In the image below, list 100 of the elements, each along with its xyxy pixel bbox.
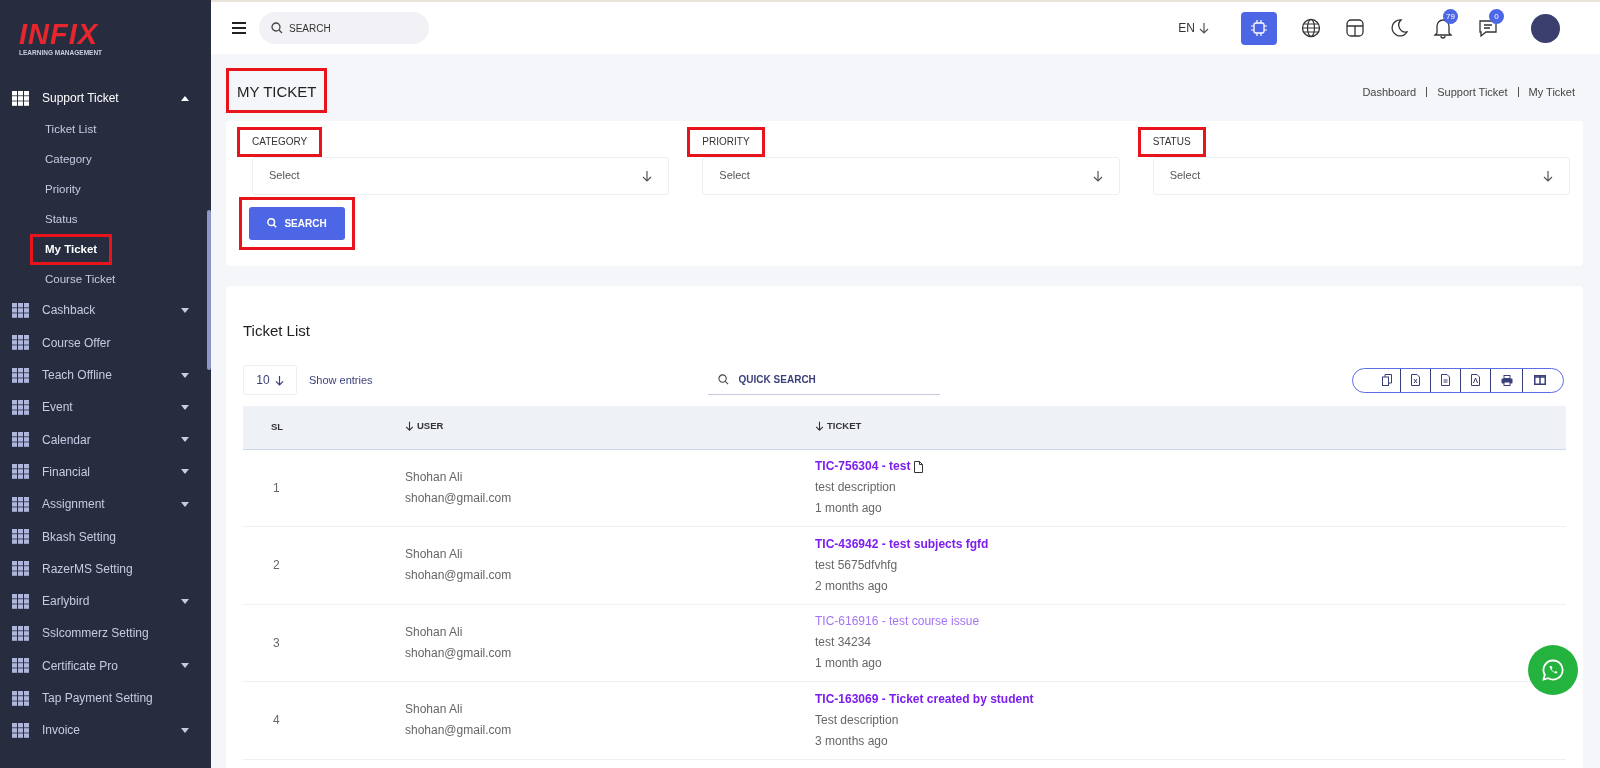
sidebar-item[interactable]: Course Offer [0,326,211,359]
sidebar-item[interactable]: Bkash Setting [0,520,211,553]
select-field[interactable]: Select [252,156,670,195]
ticket-description: Test description [815,711,899,729]
file-icon[interactable] [914,460,924,473]
select-field[interactable]: Select [1152,156,1570,195]
sidebar-item[interactable]: Earlybird [0,584,211,618]
layout-icon[interactable] [1345,18,1365,38]
sort-arrow-icon [405,421,414,432]
bell-icon[interactable] [1433,17,1453,39]
sidebar-item[interactable]: RazerMS Setting [0,552,211,585]
sidebar-subitem[interactable]: Ticket List [30,113,112,145]
sidebar-item[interactable]: Sslcommerz Setting [0,617,211,650]
grid-icon [12,690,29,706]
search-field[interactable]: SEARCH [259,12,429,44]
globe-icon[interactable] [1301,18,1321,38]
sidebar-item[interactable]: Calendar [0,423,211,456]
sidebar-item[interactable]: Event [0,391,211,424]
copy-icon [1382,374,1392,386]
filter-label: STATUS [1152,135,1191,149]
grid-icon [12,464,29,480]
grid-icon [12,496,29,512]
quick-search-field[interactable]: QUICK SEARCH [707,365,940,395]
sort-arrow-icon [815,421,824,432]
user-email: shohan@gmail.com [405,567,512,585]
ticket-age: 1 month ago [815,500,882,518]
ticket-link[interactable]: TIC-163069 - Ticket created by student [815,688,1034,710]
sidebar-item[interactable]: Teach Offline [0,358,211,392]
sidebar-item[interactable]: Certificate Pro [0,649,211,682]
section-title: Ticket List [243,320,311,341]
ticket-link[interactable]: TIC-756304 - test [815,456,911,478]
search-icon [271,22,283,34]
ticket-link[interactable]: TIC-436942 - test subjects fgfd [815,533,989,555]
document-icon [1441,374,1450,386]
chat-icon[interactable] [1477,17,1499,39]
sidebar-item[interactable]: Invoice [0,714,211,747]
sidebar-subitem[interactable]: Priority [30,173,96,205]
sidebar-item[interactable]: Financial [0,455,211,489]
menu-icon[interactable] [231,21,247,35]
table-cell: 4 [273,713,280,728]
sidebar-item[interactable]: Cashback [0,294,211,327]
grid-icon [12,90,29,106]
user-name: Shohan Ali [405,623,463,641]
user-email: shohan@gmail.com [405,644,512,662]
column-header[interactable]: USER [405,419,444,434]
sidebar-item[interactable]: Support Ticket [0,82,211,115]
ai-button[interactable] [1241,11,1277,45]
filter-label: PRIORITY [702,135,750,149]
print-icon [1500,374,1513,386]
search-button[interactable]: SEARCH [249,206,345,240]
column-header[interactable]: TICKET [815,419,862,434]
ticket-description: test description [815,479,896,497]
chip-icon [1249,18,1269,38]
sidebar-item[interactable]: Tap Payment Setting [0,681,211,715]
avatar[interactable] [1531,13,1560,43]
arrow-down-icon [274,374,284,386]
search-icon [267,218,278,228]
user-email: shohan@gmail.com [405,722,512,740]
user-name: Shohan Ali [405,546,463,564]
scrollbar-thumb[interactable] [207,210,211,370]
ticket-description: test 5675dfvhfg [815,556,898,574]
ticket-age: 2 months ago [815,577,888,595]
grid-icon [12,367,29,383]
moon-icon[interactable] [1389,18,1409,38]
grid-icon [12,593,29,609]
logo-wordmark: INFIX [19,20,100,48]
grid-icon [12,561,29,577]
select-field[interactable]: Select [702,156,1120,195]
breadcrumb-link[interactable]: My Ticket [1528,84,1575,101]
user-name: Shohan Ali [405,701,463,719]
user-email: shohan@gmail.com [405,489,512,507]
ticket-age: 1 month ago [815,655,882,673]
grid-icon [12,335,29,351]
grid-icon [12,399,29,415]
grid-icon [12,302,29,318]
arrow-down-icon [1543,169,1553,182]
sidebar-subitem[interactable]: Category [30,143,107,175]
show-entries-label: Show entries [309,372,373,388]
search-icon [717,374,729,385]
sidebar-item[interactable]: Assignment [0,488,211,521]
ticket-age: 3 months ago [815,732,888,750]
page-title: MY TICKET [237,82,317,102]
grid-icon [12,625,29,641]
columns-icon [1534,375,1546,385]
page-size-dropdown[interactable]: 10 [243,365,297,395]
breadcrumb-link[interactable]: Dashboard [1362,84,1417,101]
sidebar-subitem[interactable]: Status [30,203,93,235]
table-cell: 3 [273,635,280,650]
breadcrumb-link[interactable]: Support Ticket [1437,84,1508,101]
sidebar-subitem[interactable]: My Ticket [30,233,113,265]
language-dropdown[interactable]: EN [1178,19,1209,37]
column-header[interactable]: SL [271,420,284,435]
sidebar-subitem[interactable]: Course Ticket [30,263,131,295]
pdf-file-icon [1471,374,1480,386]
message-count: 0 [1489,9,1504,24]
arrow-down-icon [1199,22,1209,34]
table-cell: 2 [273,558,280,573]
grid-icon [12,658,29,674]
grid-icon [12,529,29,544]
filter-label: CATEGORY [252,135,308,149]
